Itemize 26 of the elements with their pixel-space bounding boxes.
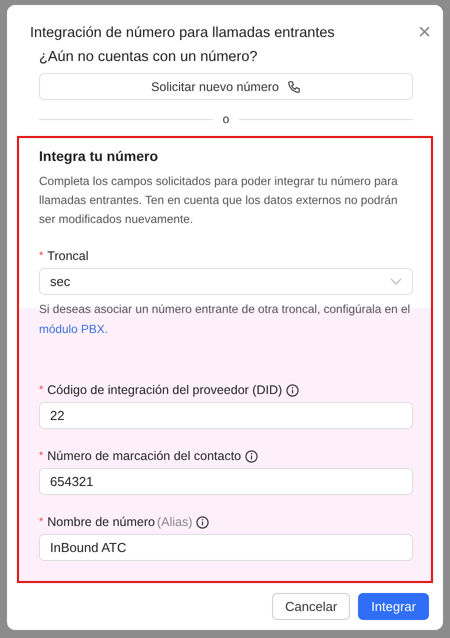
trunk-select[interactable]: sec	[39, 268, 413, 295]
required-mark: *	[39, 384, 44, 396]
close-button[interactable]: ×	[418, 23, 431, 41]
cancel-button[interactable]: Cancelar	[272, 593, 350, 620]
request-number-button[interactable]: Solicitar nuevo número	[39, 73, 413, 100]
input-field[interactable]: 22	[39, 402, 413, 429]
dialog-title: Integración de número para llamadas entrantes	[30, 25, 335, 41]
help-text: Si deseas asociar un número entrante de otra troncal, configúrala en el módulo PBX.	[39, 301, 412, 338]
field-label: Número de marcación del contacto	[47, 449, 242, 463]
required-mark: *	[39, 516, 44, 528]
divider-text: o	[222, 112, 230, 126]
phone-icon	[286, 80, 301, 94]
field-label: Nombre de número	[47, 515, 155, 529]
section-heading: Integra tu número	[39, 148, 160, 164]
input-field[interactable]: 654321	[39, 468, 413, 495]
pbx-link[interactable]: módulo PBX.	[39, 322, 108, 336]
required-mark: *	[39, 250, 44, 262]
description-text: Completa los campos solicitados para poder integrar tu número para llamadas entrantes. Ten en cuenta que los datos externos no podrán ser modificados nuevamente.	[39, 173, 399, 228]
field-label: Troncal	[47, 249, 88, 263]
field-hint: (Alias)	[156, 515, 192, 529]
required-mark: *	[39, 450, 44, 462]
input-field[interactable]: InBound ATC	[39, 534, 413, 561]
integrate-button[interactable]: Integrar	[358, 593, 429, 620]
chevron-down-icon	[390, 278, 402, 286]
field-label: Código de integración del proveedor (DID)	[47, 383, 282, 397]
question-text: ¿Aún no cuentas con un número?	[39, 49, 258, 65]
